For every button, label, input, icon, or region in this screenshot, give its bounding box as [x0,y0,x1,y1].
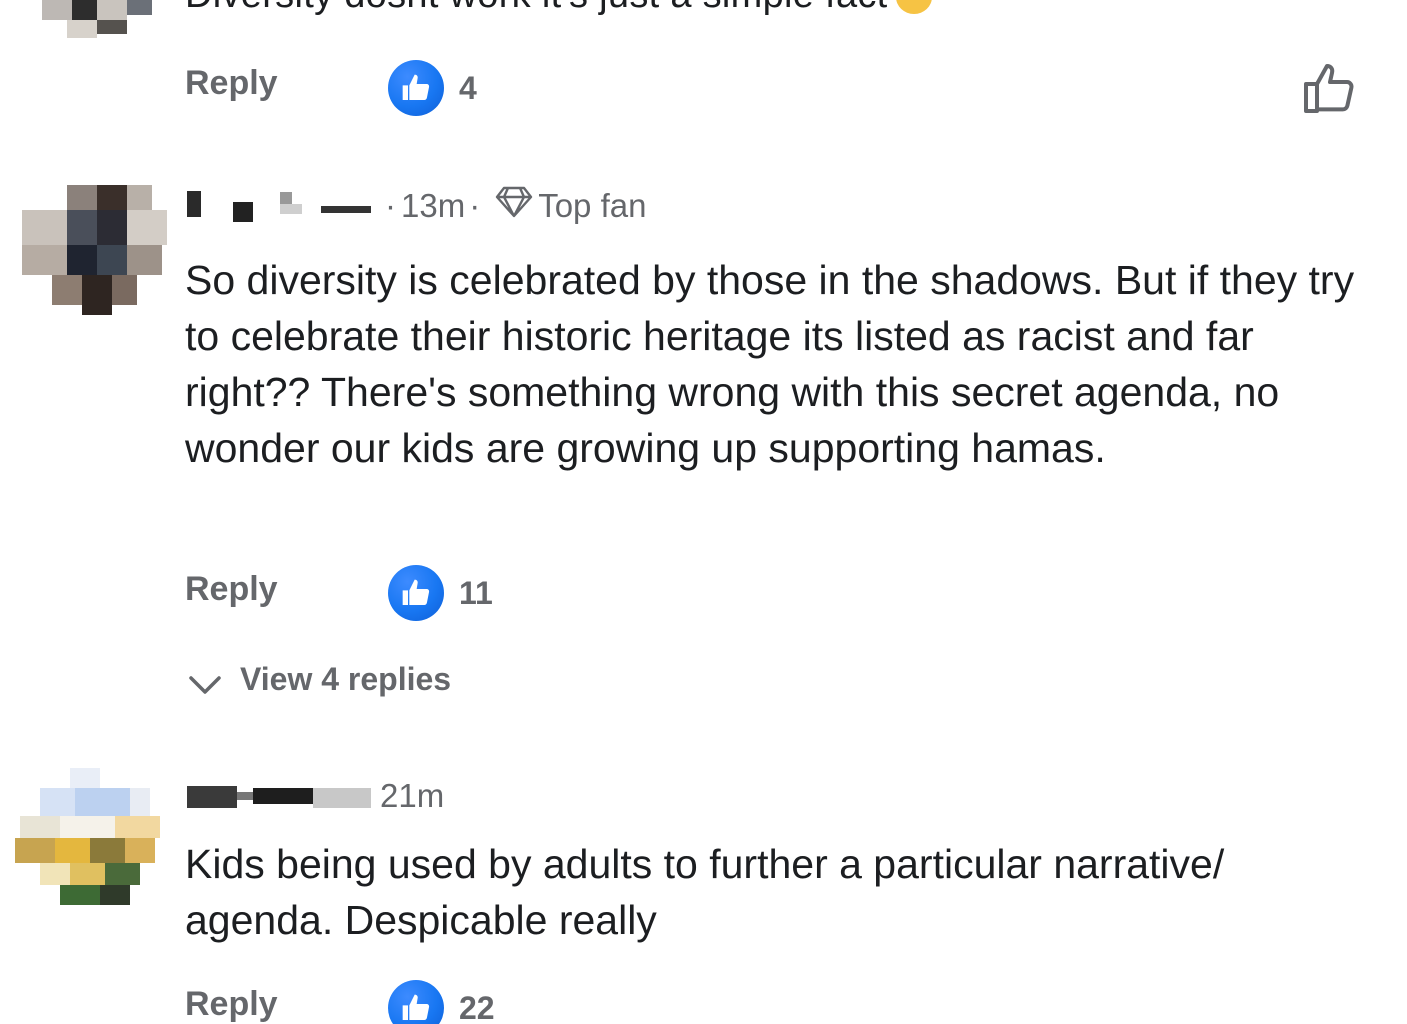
comment-meta: 21m [185,774,444,818]
reply-button[interactable]: Reply [185,985,278,1024]
comment-meta: · 13m · Top fan [185,184,646,228]
like-count: 22 [459,989,495,1024]
thumbs-up-outline-icon[interactable] [1302,60,1358,116]
thumbs-up-icon [388,565,444,621]
reply-button[interactable]: Reply [185,64,278,103]
avatar[interactable] [22,0,162,38]
like-count: 4 [459,69,477,106]
diamond-icon [494,185,534,227]
separator: · [385,187,396,224]
author-name-redacted[interactable] [185,186,385,226]
chevron-down-icon [188,667,222,704]
comment-time[interactable]: 13m [401,187,465,225]
comment-text: Diversity dosnt work it's just a simple … [185,0,932,17]
reaction-summary[interactable]: 22 [388,980,495,1024]
avatar[interactable] [22,185,167,320]
thumbs-up-icon [388,60,444,116]
comment-time[interactable]: 21m [380,777,444,815]
thumbs-up-icon [388,980,444,1024]
author-name-redacted[interactable] [185,776,380,816]
reaction-summary[interactable]: 4 [388,60,477,116]
view-replies-label: View 4 replies [240,660,452,697]
ok-hand-emoji [895,0,932,14]
separator: · [469,187,481,224]
view-replies-button[interactable]: View 4 replies [188,655,451,703]
avatar[interactable] [15,768,165,918]
comment-text: So diversity is celebrated by those in t… [185,257,1355,471]
top-fan-badge: Top fan [538,187,647,224]
comments-thread: Diversity dosnt work it's just a simple … [0,0,1407,1024]
like-count: 11 [459,574,493,611]
reaction-summary[interactable]: 11 [388,565,493,621]
reply-button[interactable]: Reply [185,570,278,609]
comment-text: Kids being used by adults to further a p… [185,841,1225,943]
